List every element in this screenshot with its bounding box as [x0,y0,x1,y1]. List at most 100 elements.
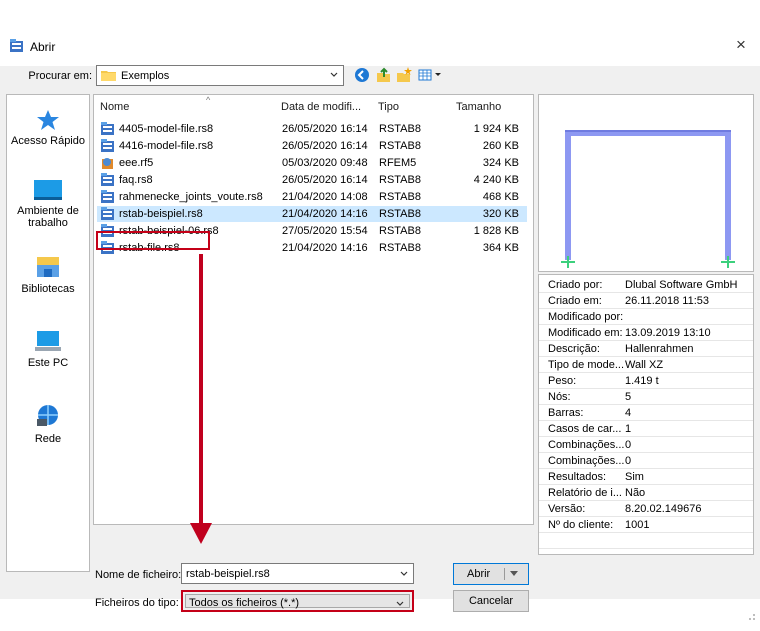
property-key: Criado por: [548,279,603,291]
file-name: 4416-model-file.rs8 [119,140,214,152]
file-row[interactable]: rahmenecke_joints_voute.rs8 21/04/2020 14… [97,189,527,205]
close-button[interactable]: × [728,34,754,56]
star-icon [37,110,59,130]
file-row[interactable]: faq.rs8 26/05/2020 16:14 RSTAB8 4 240 KB [97,172,527,188]
file-date: 26/05/2020 16:14 [282,140,368,152]
column-header-date[interactable]: Data de modifi... [281,101,361,113]
file-date: 05/03/2020 09:48 [282,157,368,169]
chevron-down-icon[interactable] [398,568,410,580]
column-header-type[interactable]: Tipo [378,101,399,113]
place-libraries[interactable]: Bibliotecas [7,255,89,295]
property-value: 26.11.2018 11:53 [625,295,710,307]
file-row[interactable]: rstab-beispiel.rs8 21/04/2020 14:16 RSTAB8… [97,206,527,222]
property-key: Resultados: [548,471,607,483]
file-type: RSTAB8 [379,191,421,203]
up-folder-icon[interactable] [373,65,393,85]
file-size: 468 KB [482,191,519,203]
new-folder-icon[interactable] [394,65,414,85]
property-row: Combinações... 0 [539,437,753,453]
file-size: 4 240 KB [473,174,519,186]
file-row[interactable]: 4405-model-file.rs8 26/05/2020 16:14 RSTAB… [97,121,527,137]
chevron-down-icon [330,72,338,77]
annotation-arrow-head [190,523,212,544]
place-this-pc[interactable]: Este PC [7,329,89,369]
file-size: 1 828 KB [473,225,519,237]
rstab-file-icon [101,190,114,203]
app-icon [10,39,23,52]
file-row[interactable]: 4416-model-file.rs8 26/05/2020 16:14 RSTAB… [97,138,527,154]
place-network[interactable]: Rede [7,403,89,445]
back-icon[interactable] [352,65,372,85]
file-size: 260 KB [482,140,519,152]
property-key: Combinações... [548,439,625,451]
property-row: Casos de car... 1 [539,421,753,437]
rfem-file-icon [102,158,113,169]
property-value: 0 [625,455,632,467]
file-size: 324 KB [482,157,519,169]
place-quick-access[interactable]: Acesso Rápido [7,109,89,147]
look-in-dropdown[interactable]: Exemplos [96,65,344,86]
resize-grip-icon[interactable] [744,609,756,621]
property-row: Versão: 8.20.02.149676 [539,501,753,517]
property-key: Criado em: [548,295,602,307]
file-size: 364 KB [482,242,519,254]
property-row [539,533,753,549]
dropdown-arrow-icon[interactable] [510,571,518,576]
look-in-value: Exemplos [121,70,170,82]
file-type: RSTAB8 [379,242,421,254]
view-menu-icon[interactable] [416,65,444,85]
place-desktop[interactable]: Ambiente de trabalho [7,179,89,229]
file-type-dropdown[interactable]: Todos os ficheiros (*.*) [181,590,414,612]
property-row: Descrição: Hallenrahmen [539,341,753,357]
property-key: Modificado por: [548,311,624,323]
property-value: Dlubal Software GmbH [625,279,738,291]
file-date: 21/04/2020 14:16 [282,208,368,220]
network-icon [37,405,58,426]
file-name-input[interactable]: rstab-beispiel.rs8 [181,563,414,584]
file-date: 27/05/2020 15:54 [282,225,368,237]
property-value: 13.09.2019 13:10 [625,327,711,339]
file-type-label: Ficheiros do tipo: [95,597,179,609]
folder-icon [101,71,116,81]
file-type: RSTAB8 [379,123,421,135]
property-value: 1 [625,423,632,435]
property-row: Nós: 5 [539,389,753,405]
place-label: Ambiente de trabalho [17,205,79,229]
rstab-file-icon [101,122,114,135]
annotation-arrow-line [199,254,203,526]
property-value: 1.419 t [625,375,659,387]
property-key: Tipo de mode... [548,359,625,371]
open-button[interactable]: Abrir [453,563,529,585]
file-type: RSTAB8 [379,225,421,237]
open-button-label: Abrir [467,568,491,580]
file-name: faq.rs8 [119,174,153,186]
cancel-button[interactable]: Cancelar [453,590,529,612]
open-dialog: Abrir × Procurar em: Exemplos Acesso Ráp [0,26,760,620]
file-row[interactable]: eee.rf5 05/03/2020 09:48 RFEM5 324 KB [97,155,527,171]
place-label: Bibliotecas [21,283,75,295]
property-key: Nós: [548,391,571,403]
property-value: Sim [625,471,644,483]
file-name: 4405-model-file.rs8 [119,123,214,135]
property-value: Wall XZ [625,359,664,371]
property-row: Criado em: 26.11.2018 11:53 [539,293,753,309]
property-value: Hallenrahmen [625,343,694,355]
column-header-name[interactable]: Nome [100,101,129,113]
property-key: Barras: [548,407,584,419]
property-value: 4 [625,407,632,419]
property-row: Criado por: Dlubal Software GmbH [539,277,753,293]
places-bar: Acesso Rápido Ambiente de trabalho Bibli… [6,94,90,572]
file-type: RSTAB8 [379,140,421,152]
column-header-size[interactable]: Tamanho [456,101,501,113]
property-row: Nº do cliente: 1001 [539,517,753,533]
place-label: Acesso Rápido [11,135,85,147]
file-list[interactable]: Nome ^ Data de modifi... Tipo Tamanho 44… [93,94,534,525]
property-row: Barras: 4 [539,405,753,421]
frame-structure-preview [561,130,735,268]
rstab-file-icon [101,139,114,152]
place-label: Este PC [27,357,69,369]
rstab-file-icon [101,207,114,220]
property-value: 1001 [625,519,650,531]
property-key: Peso: [548,375,577,387]
file-date: 26/05/2020 16:14 [282,123,368,135]
